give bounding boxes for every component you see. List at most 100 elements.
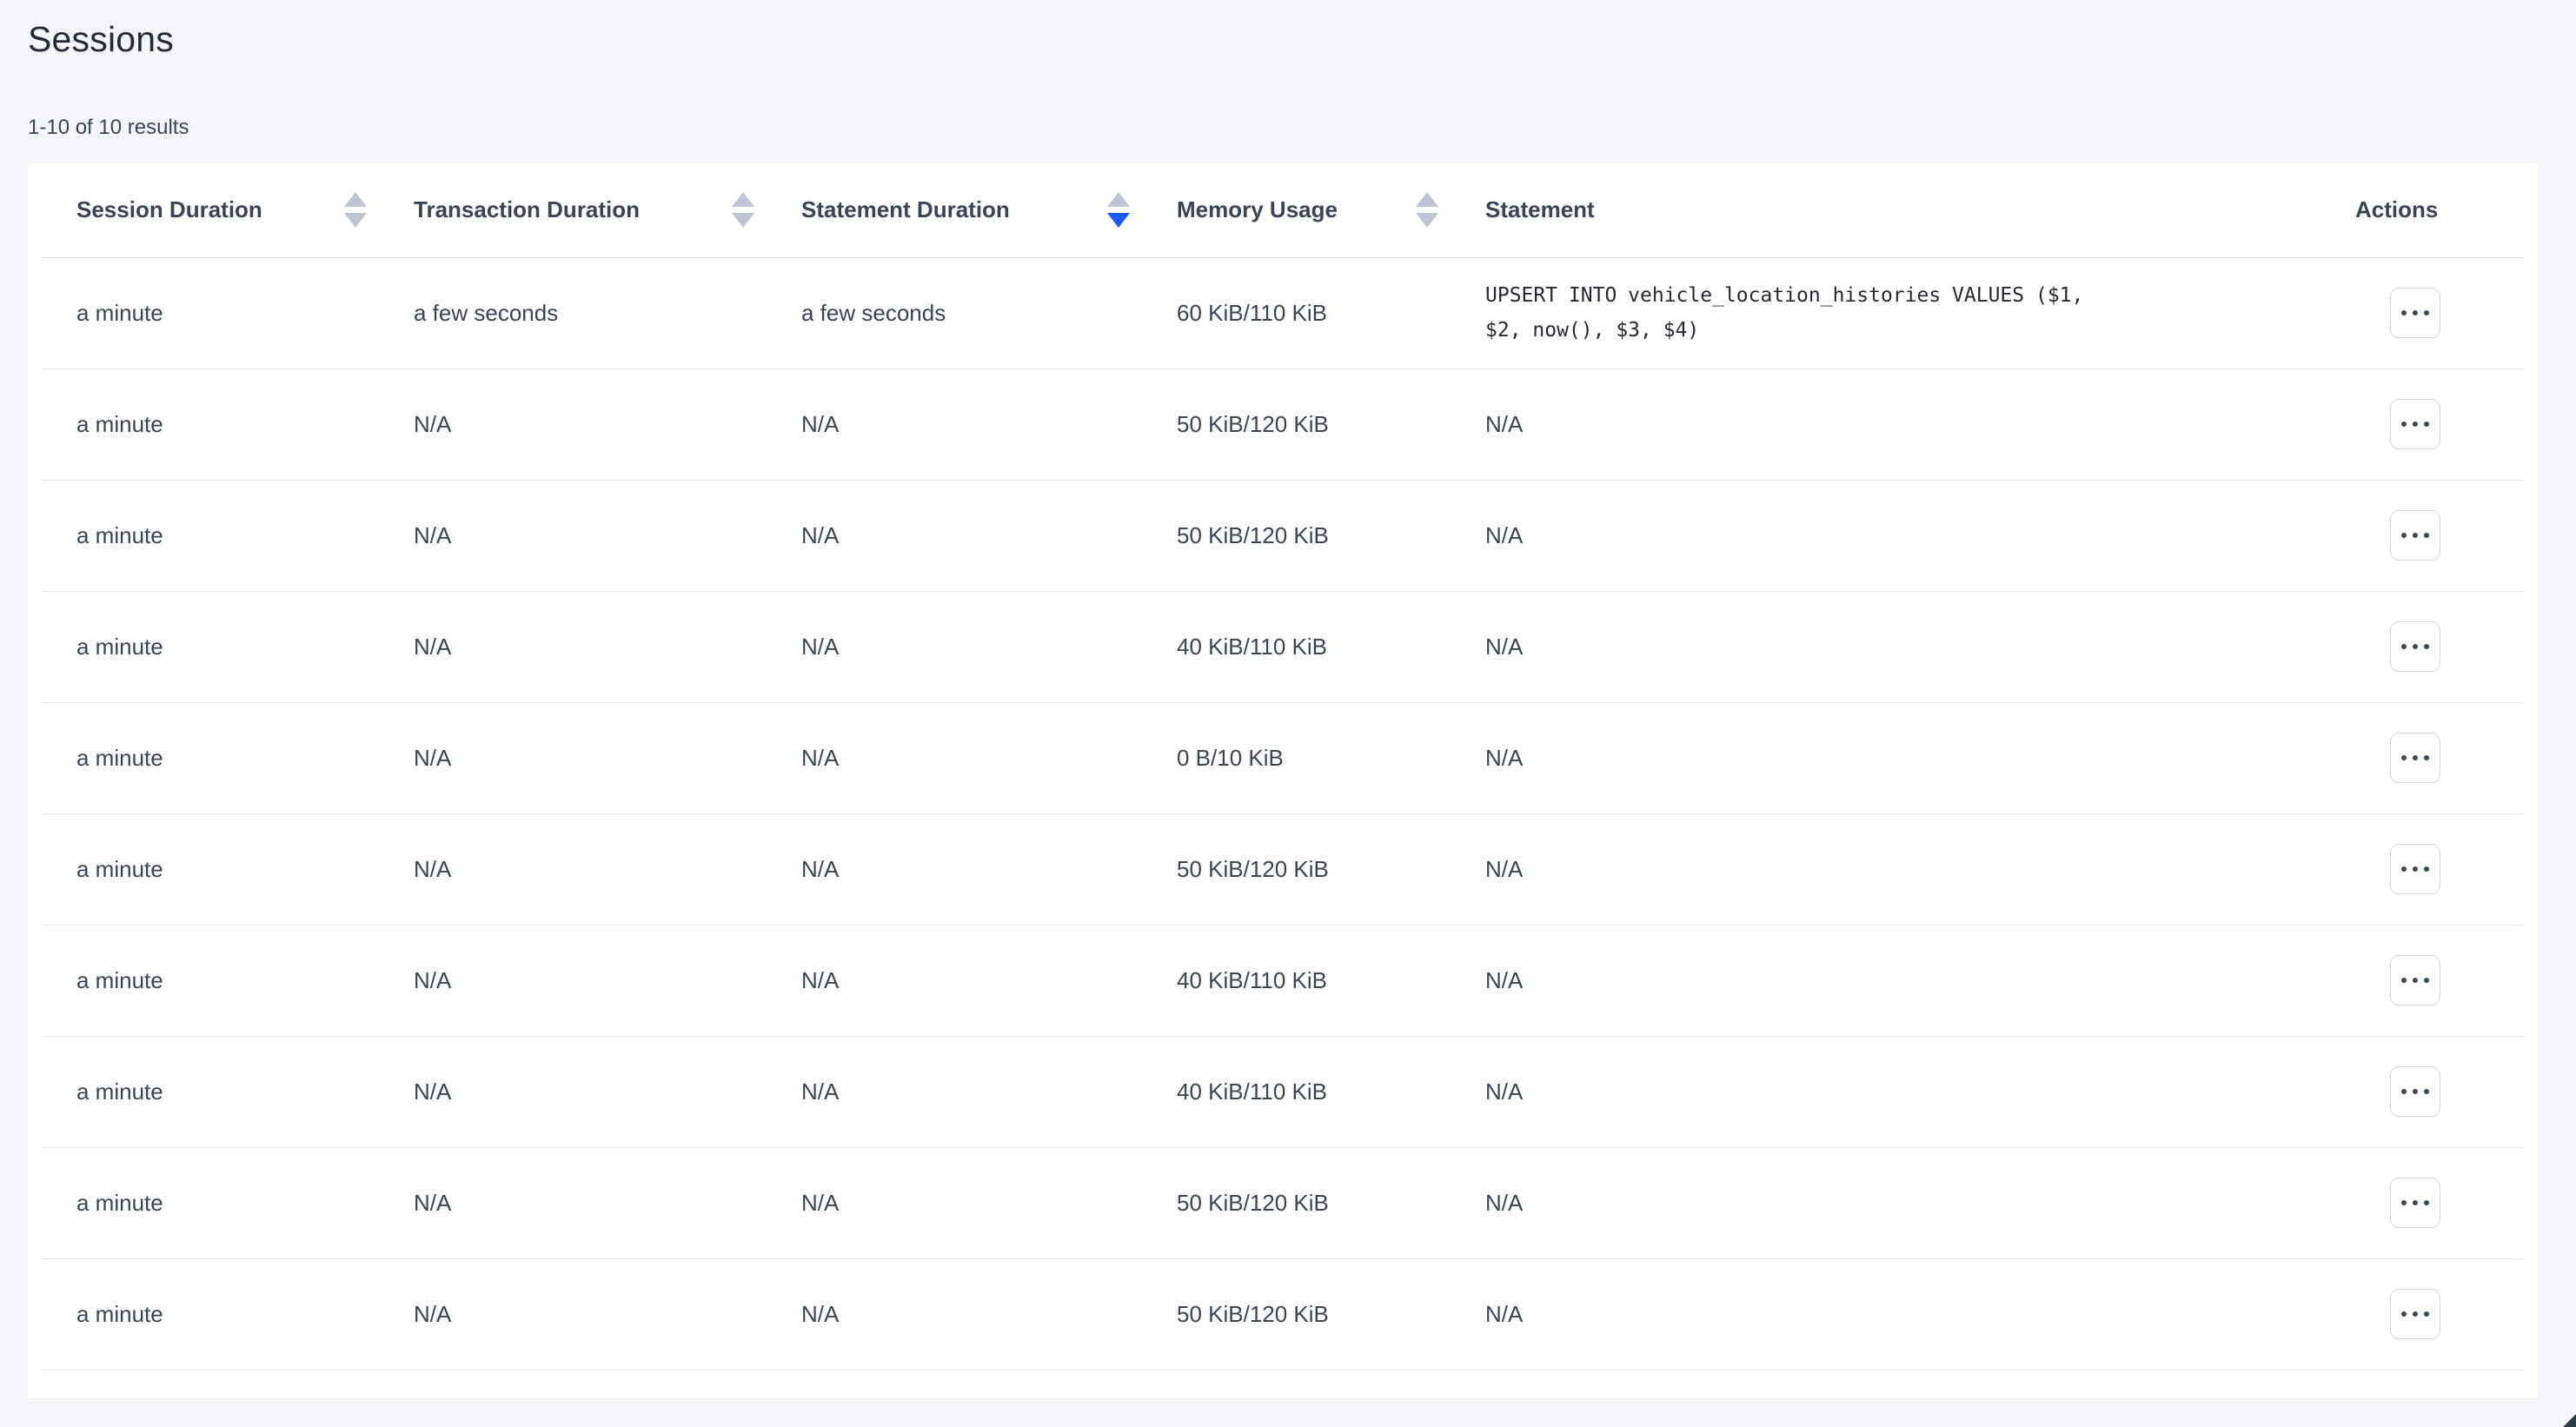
row-actions-button[interactable] [2390,621,2440,672]
statement-text: N/A [1485,1190,2289,1217]
actions-cell [2289,257,2524,368]
statement-cell: N/A [1451,1258,2289,1370]
transaction-duration-cell: N/A [379,925,767,1036]
ellipsis-icon [2424,1200,2429,1205]
memory-usage-cell: 50 KiB/120 KiB [1142,480,1451,591]
transaction-duration-cell: N/A [379,1147,767,1258]
ellipsis-icon [2424,755,2429,760]
ellipsis-icon [2413,421,2418,427]
ellipsis-icon [2424,421,2429,427]
row-actions-button[interactable] [2390,288,2440,338]
statement-text: N/A [1485,745,2289,772]
transaction-duration-cell: N/A [379,1036,767,1147]
row-actions-button[interactable] [2390,510,2440,561]
session-duration-cell: a minute [42,925,379,1036]
sort-icon[interactable] [732,192,754,228]
statement-cell: UPSERT INTO vehicle_location_histories V… [1451,257,2289,368]
ellipsis-icon [2401,533,2407,538]
statement-duration-cell: N/A [767,1147,1142,1258]
column-header-label: Session Duration [76,196,262,223]
actions-cell [2289,1258,2524,1370]
statement-cell: N/A [1451,1036,2289,1147]
ellipsis-icon [2413,644,2418,649]
ellipsis-icon [2401,310,2407,315]
actions-cell [2289,368,2524,480]
ellipsis-icon [2424,866,2429,872]
table-header-row: Session Duration Transaction Duration St… [42,163,2524,257]
memory-usage-cell: 40 KiB/110 KiB [1142,591,1451,702]
ellipsis-icon [2413,533,2418,538]
row-actions-button[interactable] [2390,399,2440,449]
column-header-label: Statement [1485,196,1595,223]
ellipsis-icon [2413,755,2418,760]
session-table-row: a minute N/A N/A 50 KiB/120 KiB N/A [42,1258,2524,1370]
results-summary: 1-10 of 10 results [28,115,2538,141]
sort-icon[interactable] [344,192,367,228]
ellipsis-icon [2401,644,2407,649]
session-table-row: a minute N/A N/A 40 KiB/110 KiB N/A [42,925,2524,1036]
session-duration-cell: a minute [42,813,379,925]
ellipsis-icon [2424,310,2429,315]
page-title: Sessions [28,14,2538,64]
ellipsis-icon [2424,644,2429,649]
statement-cell: N/A [1451,591,2289,702]
sort-icon-active-desc[interactable] [1107,192,1130,228]
session-duration-cell: a minute [42,1258,379,1370]
transaction-duration-cell: N/A [379,1258,767,1370]
transaction-duration-cell: N/A [379,368,767,480]
column-header-memory-usage[interactable]: Memory Usage [1142,163,1451,257]
transaction-duration-cell: N/A [379,591,767,702]
ellipsis-icon [2413,978,2418,983]
actions-cell [2289,480,2524,591]
ellipsis-icon [2424,1089,2429,1094]
row-actions-button[interactable] [2390,1289,2440,1339]
row-actions-button[interactable] [2390,1178,2440,1228]
session-duration-cell: a minute [42,702,379,813]
statement-duration-cell: N/A [767,813,1142,925]
session-table-row: a minute N/A N/A 50 KiB/120 KiB N/A [42,368,2524,480]
row-actions-button[interactable] [2390,955,2440,1006]
column-header-session-duration[interactable]: Session Duration [42,163,379,257]
session-table-row: a minute N/A N/A 50 KiB/120 KiB N/A [42,813,2524,925]
sort-icon[interactable] [1416,192,1438,228]
memory-usage-cell: 50 KiB/120 KiB [1142,368,1451,480]
resize-corner-artifact [2563,1414,2576,1427]
transaction-duration-cell: a few seconds [379,257,767,368]
statement-text: N/A [1485,856,2289,883]
column-header-transaction-duration[interactable]: Transaction Duration [379,163,767,257]
statement-cell: N/A [1451,368,2289,480]
table-body: a minute a few seconds a few seconds 60 … [42,257,2524,1370]
row-actions-button[interactable] [2390,733,2440,783]
sessions-page: Sessions 1-10 of 10 results Session Dura… [0,0,2576,1398]
column-header-statement-duration[interactable]: Statement Duration [767,163,1142,257]
column-header-label: Memory Usage [1177,196,1338,223]
ellipsis-icon [2401,755,2407,760]
ellipsis-icon [2413,866,2418,872]
row-actions-button[interactable] [2390,844,2440,894]
memory-usage-cell: 40 KiB/110 KiB [1142,1036,1451,1147]
statement-cell: N/A [1451,813,2289,925]
actions-cell [2289,702,2524,813]
ellipsis-icon [2413,1200,2418,1205]
sessions-table-card: Session Duration Transaction Duration St… [28,163,2538,1398]
statement-text: N/A [1485,1079,2289,1105]
statement-duration-cell: N/A [767,591,1142,702]
ellipsis-icon [2424,533,2429,538]
statement-cell: N/A [1451,480,2289,591]
transaction-duration-cell: N/A [379,813,767,925]
session-duration-cell: a minute [42,368,379,480]
statement-duration-cell: N/A [767,368,1142,480]
statement-duration-cell: N/A [767,925,1142,1036]
ellipsis-icon [2401,978,2407,983]
statement-text: N/A [1485,1301,2289,1328]
statement-cell: N/A [1451,702,2289,813]
sessions-table: Session Duration Transaction Duration St… [42,163,2524,1371]
row-actions-button[interactable] [2390,1066,2440,1117]
statement-cell: N/A [1451,1147,2289,1258]
actions-cell [2289,813,2524,925]
session-duration-cell: a minute [42,480,379,591]
session-duration-cell: a minute [42,1036,379,1147]
session-table-row: a minute N/A N/A 50 KiB/120 KiB N/A [42,1147,2524,1258]
statement-cell: N/A [1451,925,2289,1036]
statement-text: N/A [1485,411,2289,438]
